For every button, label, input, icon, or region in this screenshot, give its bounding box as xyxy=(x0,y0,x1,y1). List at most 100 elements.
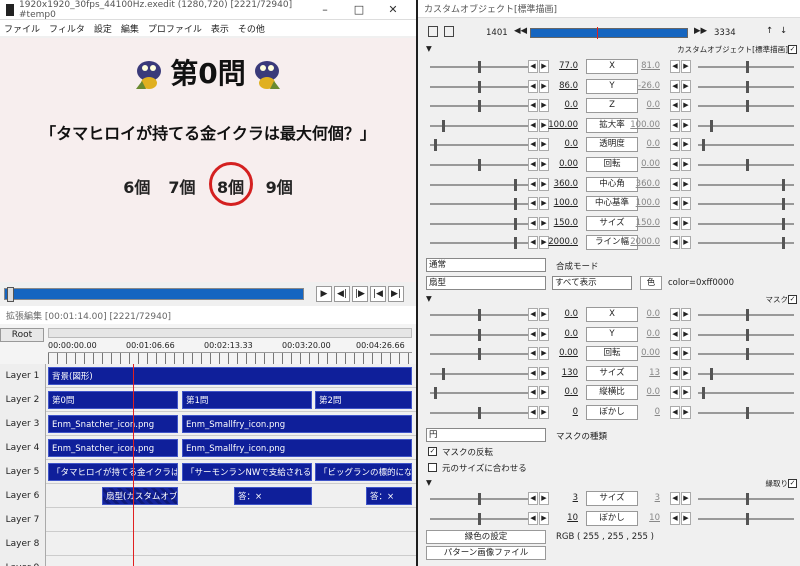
decrement-icon[interactable]: ◀ xyxy=(670,99,680,113)
decrement-icon[interactable]: ◀ xyxy=(670,327,680,341)
param-start-value[interactable]: 130 xyxy=(540,368,578,378)
decrement-icon[interactable]: ◀ xyxy=(670,406,680,419)
layer-label[interactable]: Layer 9 xyxy=(0,556,46,566)
mask-invert-checkbox[interactable]: ✓ xyxy=(428,447,437,456)
param-end-value[interactable]: 0.0 xyxy=(624,139,660,149)
menu-file[interactable]: ファイル xyxy=(4,22,40,35)
param-end-value[interactable]: 0.0 xyxy=(624,387,660,397)
slider-thumb[interactable] xyxy=(782,198,785,211)
slider-thumb[interactable] xyxy=(746,407,749,419)
slider-thumb[interactable] xyxy=(442,119,445,132)
layer-label[interactable]: Layer 2 xyxy=(0,388,46,412)
timeline-clip[interactable]: 扇型(カスタムオブジ xyxy=(102,487,178,505)
timeline-clip[interactable]: Enm_Smallfry_icon.png xyxy=(182,415,412,433)
decrement-icon[interactable]: ◀ xyxy=(528,216,538,230)
slider-thumb[interactable] xyxy=(514,217,517,230)
timeline-scrollbar[interactable] xyxy=(48,328,412,338)
display-select[interactable]: すべて表示 xyxy=(552,276,632,290)
edge-color-button[interactable]: 縁色の設定 xyxy=(426,530,546,544)
decrement-icon[interactable]: ◀ xyxy=(528,177,538,191)
param-slider-end[interactable] xyxy=(698,139,794,152)
param-end-value[interactable]: 0.00 xyxy=(624,348,660,358)
decrement-icon[interactable]: ◀ xyxy=(670,216,680,230)
param-slider-end[interactable] xyxy=(698,407,794,419)
slider-thumb[interactable] xyxy=(478,159,481,171)
param-end-value[interactable]: 0.0 xyxy=(624,329,660,339)
increment-icon[interactable]: ▶ xyxy=(681,197,691,211)
window-icon[interactable] xyxy=(428,26,438,37)
param-slider-start[interactable] xyxy=(430,309,538,321)
param-slider-start[interactable] xyxy=(430,407,538,419)
menu-profile[interactable]: プロファイル xyxy=(148,22,202,35)
slider-thumb[interactable] xyxy=(782,178,785,191)
prev-frame-button[interactable]: ◀| xyxy=(334,286,350,302)
timeline-clip[interactable]: 「サーモンランNWで支給されるスペ xyxy=(182,463,312,481)
increment-icon[interactable]: ▶ xyxy=(681,60,691,73)
increment-icon[interactable]: ▶ xyxy=(681,236,691,250)
increment-icon[interactable]: ▶ xyxy=(681,347,691,361)
param-end-value[interactable]: 100.00 xyxy=(624,120,660,130)
param-start-value[interactable]: 0.0 xyxy=(540,309,578,319)
increment-icon[interactable]: ▶ xyxy=(681,511,691,525)
menu-view[interactable]: 表示 xyxy=(211,22,229,35)
close-icon[interactable]: ✕ xyxy=(376,3,410,16)
checkbox-icon[interactable]: ✓ xyxy=(788,295,797,304)
window-icon[interactable] xyxy=(444,26,454,37)
increment-icon[interactable]: ▶ xyxy=(681,177,691,191)
slider-thumb[interactable] xyxy=(478,407,481,419)
layer-label[interactable]: Layer 3 xyxy=(0,412,46,436)
increment-icon[interactable]: ▶ xyxy=(681,216,691,230)
param-start-value[interactable]: 360.0 xyxy=(540,179,578,189)
playhead[interactable] xyxy=(133,364,134,566)
param-slider-start[interactable] xyxy=(430,159,538,171)
decrement-icon[interactable]: ◀ xyxy=(670,308,680,321)
slider-thumb[interactable] xyxy=(746,309,749,321)
slider-thumb[interactable] xyxy=(746,61,749,73)
timeline-clip[interactable]: Enm_Smallfry_icon.png xyxy=(182,439,412,457)
decrement-icon[interactable]: ◀ xyxy=(528,138,538,152)
up-icon[interactable]: ↑ xyxy=(766,26,773,36)
menu-edit[interactable]: 編集 xyxy=(121,22,139,35)
param-slider-start[interactable] xyxy=(430,61,538,73)
param-start-value[interactable]: 0.0 xyxy=(540,100,578,110)
timeline-clip[interactable]: 第2問 xyxy=(315,391,412,409)
param-slider-end[interactable] xyxy=(698,198,794,211)
decrement-icon[interactable]: ◀ xyxy=(670,366,680,380)
decrement-icon[interactable]: ◀ xyxy=(670,118,680,132)
slider-thumb[interactable] xyxy=(478,512,481,525)
slider-thumb[interactable] xyxy=(782,217,785,230)
checkbox-icon[interactable]: ✓ xyxy=(788,45,797,54)
timeline-clip[interactable]: 「ビッグランの標的になった xyxy=(315,463,412,481)
param-end-value[interactable]: 81.0 xyxy=(624,61,660,71)
param-slider-start[interactable] xyxy=(430,512,538,525)
slider-thumb[interactable] xyxy=(434,387,437,400)
menu-other[interactable]: その他 xyxy=(238,22,265,35)
menu-filter[interactable]: フィルタ xyxy=(49,22,85,35)
preview-canvas[interactable]: 第0問 「タマヒロイが持てる金イクラは最大何個？」 6個 7個 8個 9個 xyxy=(0,38,416,282)
param-slider-end[interactable] xyxy=(698,512,794,525)
param-end-value[interactable]: 2000.0 xyxy=(624,237,660,247)
menu-settings[interactable]: 設定 xyxy=(94,22,112,35)
param-slider-start[interactable] xyxy=(430,367,538,380)
param-start-value[interactable]: 0.0 xyxy=(540,139,578,149)
param-end-value[interactable]: 150.0 xyxy=(624,218,660,228)
decrement-icon[interactable]: ◀ xyxy=(528,118,538,132)
layer-label[interactable]: Layer 5 xyxy=(0,460,46,484)
param-slider-end[interactable] xyxy=(698,100,794,113)
decrement-icon[interactable]: ◀ xyxy=(670,347,680,361)
decrement-icon[interactable]: ◀ xyxy=(528,386,538,400)
layer-label[interactable]: Layer 8 xyxy=(0,532,46,556)
color-button[interactable]: 色 xyxy=(640,276,662,290)
increment-icon[interactable]: ▶ xyxy=(681,79,691,93)
minimize-icon[interactable]: – xyxy=(308,3,342,16)
slider-thumb[interactable] xyxy=(746,512,749,525)
maximize-icon[interactable]: □ xyxy=(342,3,376,16)
checkbox-icon[interactable]: ✓ xyxy=(788,479,797,488)
increment-icon[interactable]: ▶ xyxy=(681,366,691,380)
decrement-icon[interactable]: ◀ xyxy=(528,511,538,525)
param-start-value[interactable]: 150.0 xyxy=(540,218,578,228)
forward-icon[interactable]: ▶▶ xyxy=(694,26,707,36)
layer-label[interactable]: Layer 1 xyxy=(0,364,46,388)
increment-icon[interactable]: ▶ xyxy=(681,308,691,321)
param-end-value[interactable]: -26.0 xyxy=(624,81,660,91)
